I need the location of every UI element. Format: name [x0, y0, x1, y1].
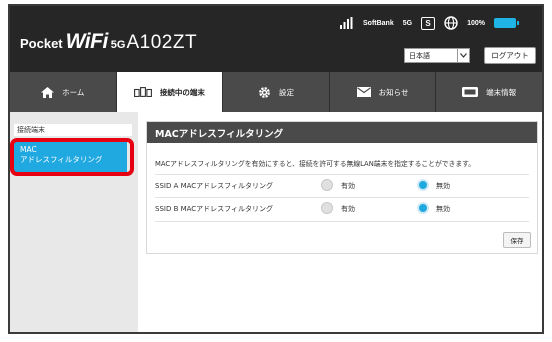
ssid-a-disable-radio[interactable] — [417, 179, 429, 191]
carrier-name: SoftBank — [363, 19, 394, 27]
save-button[interactable]: 保存 — [503, 232, 531, 248]
globe-icon — [444, 16, 458, 30]
language-value: 日本語 — [409, 51, 430, 60]
logo-wifi: WiFi — [65, 30, 109, 53]
mac-filter-panel: MACアドレスフィルタリング MACアドレスフィルタリングを有効にすると、接続を… — [146, 121, 538, 254]
ssid-b-disable-radio[interactable] — [417, 202, 429, 214]
gear-icon — [259, 86, 270, 98]
panel-description: MACアドレスフィルタリングを有効にすると、接続を許可する無線LAN端末を指定す… — [155, 160, 476, 168]
logout-button[interactable]: ログアウト — [484, 47, 536, 64]
sim-icon: S — [421, 16, 436, 30]
tab-label: 接続中の端末 — [159, 87, 205, 97]
ssid-a-label: SSID A MACアドレスフィルタリング — [155, 182, 274, 190]
main-nav: ホーム 接続中の端末 設定 お知らせ 端末情報 — [10, 72, 542, 112]
battery-icon — [493, 18, 519, 28]
language-select[interactable]: 日本語 — [404, 48, 470, 63]
logo-model: A102ZT — [126, 32, 198, 53]
tab-home[interactable]: ホーム — [10, 72, 117, 112]
highlight-annotation — [10, 138, 134, 176]
ssid-a-enable-radio[interactable] — [321, 179, 333, 191]
battery-percent: 100% — [467, 19, 485, 27]
tab-label: お知らせ — [378, 87, 409, 97]
ssid-b-disable-label: 無効 — [436, 205, 450, 213]
divider — [155, 174, 529, 175]
tab-label: 設定 — [278, 87, 294, 97]
network-type: 5G — [402, 19, 413, 27]
divider — [155, 197, 529, 198]
header: Pocket WiFi 5G A102ZT SoftBank 5G S 100% — [10, 6, 542, 72]
app-window: Pocket WiFi 5G A102ZT SoftBank 5G S 100% — [8, 4, 544, 334]
sidebar: 接続端末 MAC アドレスフィルタリング — [10, 112, 138, 332]
ssid-b-row: SSID B MACアドレスフィルタリング 有効 無効 — [155, 200, 529, 218]
panel-title: MACアドレスフィルタリング — [147, 122, 537, 143]
sidebar-header: 接続端末 — [14, 124, 132, 136]
tab-notices[interactable]: お知らせ — [330, 72, 437, 112]
divider — [155, 221, 529, 222]
ssid-b-enable-radio[interactable] — [321, 202, 333, 214]
tab-settings[interactable]: 設定 — [223, 72, 330, 112]
mail-icon — [356, 87, 371, 97]
tab-label: ホーム — [62, 87, 85, 97]
ssid-b-enable-label: 有効 — [341, 205, 355, 213]
status-bar: SoftBank 5G S 100% — [340, 16, 519, 30]
ssid-b-label: SSID B MACアドレスフィルタリング — [155, 205, 274, 213]
logo-5g: 5G — [110, 39, 126, 51]
ssid-a-row: SSID A MACアドレスフィルタリング 有効 無効 — [155, 177, 529, 195]
device-info-icon — [462, 87, 479, 97]
devices-icon — [133, 87, 152, 97]
ssid-a-enable-label: 有効 — [341, 182, 355, 190]
ssid-a-disable-label: 無効 — [436, 182, 450, 190]
home-icon — [41, 86, 55, 98]
tab-label: 端末情報 — [486, 87, 517, 97]
tab-device-info[interactable]: 端末情報 — [436, 72, 542, 112]
chevron-down-icon — [457, 49, 469, 62]
signal-icon — [340, 17, 353, 29]
logo-pocket: Pocket — [20, 36, 63, 51]
logo: Pocket WiFi 5G A102ZT — [20, 30, 197, 54]
tab-connected-devices[interactable]: 接続中の端末 — [116, 72, 224, 112]
